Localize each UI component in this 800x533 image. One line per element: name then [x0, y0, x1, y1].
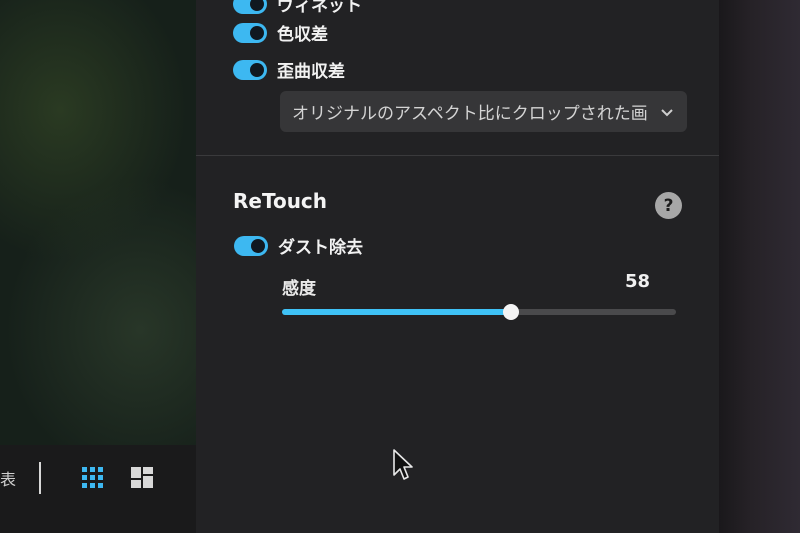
crop-mode-select[interactable]: オリジナルのアスペクト比にクロップされた画 — [280, 91, 687, 132]
section-divider — [196, 155, 719, 156]
vignette-row: ヴィネット — [233, 0, 362, 16]
toolbar-partial-label: 表 — [0, 470, 17, 489]
dust-removal-toggle[interactable] — [234, 235, 268, 256]
sensitivity-slider-fill — [282, 309, 511, 315]
chevron-down-icon — [661, 108, 673, 116]
sensitivity-value[interactable]: 58 — [610, 271, 650, 292]
sensitivity-label: 感度 — [282, 279, 316, 299]
chromatic-aberration-label: 色収差 — [277, 25, 328, 45]
chromatic-aberration-toggle[interactable] — [233, 22, 267, 43]
toolbar-separator — [39, 462, 41, 494]
distortion-toggle[interactable] — [233, 59, 267, 80]
vignette-toggle[interactable] — [233, 0, 267, 14]
compare-layout-icon[interactable] — [131, 467, 153, 488]
help-icon[interactable]: ? — [655, 192, 682, 219]
retouch-title: ReTouch — [233, 189, 328, 213]
sensitivity-slider-thumb[interactable] — [502, 304, 519, 320]
mouse-cursor-icon — [393, 449, 413, 480]
view-toolbar — [0, 445, 196, 533]
screen-bezel — [719, 0, 800, 533]
photo-preview — [0, 0, 196, 445]
dust-removal-label: ダスト除去 — [278, 238, 363, 258]
chromatic-aberration-row: 色収差 — [233, 20, 328, 45]
dust-removal-row: ダスト除去 — [234, 233, 363, 258]
sensitivity-slider[interactable] — [282, 304, 676, 320]
vignette-label: ヴィネット — [277, 0, 362, 16]
grid-view-icon[interactable] — [82, 467, 103, 488]
crop-mode-value: オリジナルのアスペクト比にクロップされた画 — [292, 104, 648, 124]
distortion-label: 歪曲収差 — [277, 62, 345, 82]
distortion-row: 歪曲収差 — [233, 57, 345, 82]
